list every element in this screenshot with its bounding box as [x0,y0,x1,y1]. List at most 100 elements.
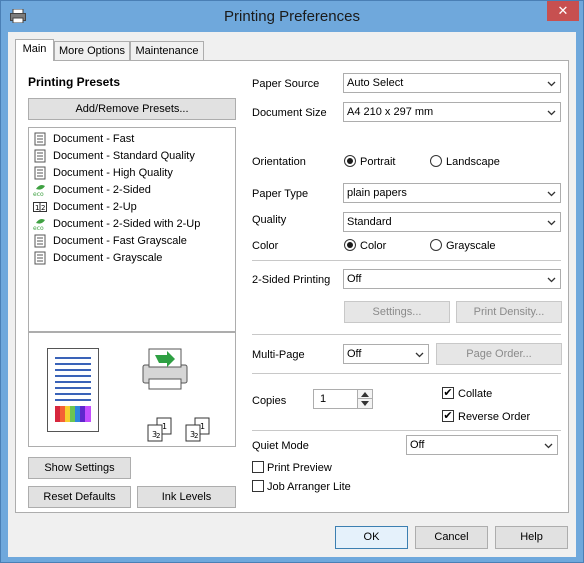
ink-levels-button[interactable]: Ink Levels [137,486,236,508]
landscape-radio[interactable] [430,155,442,167]
color-label: Color [252,240,279,252]
copies-down-button[interactable] [357,399,372,408]
quality-dropdown[interactable]: Standard [343,212,561,232]
collate-checkbox[interactable]: ✔ [442,387,454,399]
paper-type-value: plain papers [347,187,407,199]
two-sided-printing-label: 2-Sided Printing [252,274,331,286]
eco-icon: eco [33,219,45,231]
multi-page-label: Multi-Page [252,349,305,361]
svg-text:2: 2 [194,432,198,440]
chevron-down-icon [361,401,369,406]
chevron-down-icon [547,277,556,283]
document-icon [34,251,46,265]
document-size-label: Document Size [252,107,327,119]
divider [252,373,561,374]
reverse-order-label: Reverse Order [458,411,531,423]
printer-paper-icon [142,348,188,390]
quiet-mode-dropdown[interactable]: Off [406,435,558,455]
copies-value: 1 [320,393,327,405]
chevron-up-icon [361,392,369,397]
paper-source-value: Auto Select [347,77,404,89]
paper-type-dropdown[interactable]: plain papers [343,183,561,203]
ok-button[interactable]: OK [335,526,408,549]
printing-preferences-window: Printing Preferences ✕ Main More Options… [0,0,584,563]
color-radio[interactable] [344,239,356,251]
quiet-mode-value: Off [410,439,425,451]
reverse-order-checkbox[interactable]: ✔ [442,410,454,422]
add-remove-presets-button[interactable]: Add/Remove Presets... [28,98,236,120]
chevron-down-icon [547,191,556,197]
presets-list[interactable]: Document - Fast Document - Standard Qual… [28,127,236,332]
chevron-down-icon [415,352,424,358]
close-button[interactable]: ✕ [547,1,579,21]
preset-label: Document - Grayscale [53,252,163,264]
chevron-down-icon [547,81,556,87]
preset-label: Document - 2-Up [53,201,137,213]
quiet-mode-label: Quiet Mode [252,440,309,452]
copies-stepper[interactable]: 1 [313,389,373,409]
grayscale-option-label: Grayscale [446,240,496,252]
svg-text:2: 2 [41,204,45,212]
tab-main[interactable]: Main [15,39,54,61]
two-sided-settings-button[interactable]: Settings... [344,301,450,323]
paper-source-label: Paper Source [252,78,320,90]
preset-label: Document - 2-Sided with 2-Up [53,218,201,230]
page-preview-icon [47,348,99,432]
title-bar[interactable]: Printing Preferences ✕ [1,1,583,32]
document-size-dropdown[interactable]: A4 210 x 297 mm [343,102,561,122]
quality-label: Quality [252,214,287,226]
grayscale-radio[interactable] [430,239,442,251]
orientation-label: Orientation [252,156,306,168]
two-up-icon: 12 [33,202,47,212]
chevron-down-icon [547,220,556,226]
tab-maintenance[interactable]: Maintenance [130,41,204,60]
portrait-label: Portrait [360,156,396,168]
job-arranger-label: Job Arranger Lite [267,481,351,493]
eco-icon: eco [33,185,45,197]
svg-text:2: 2 [156,432,160,440]
multi-page-value: Off [347,348,362,360]
preset-label: Document - Fast Grayscale [53,235,187,247]
preset-label: Document - Standard Quality [53,150,195,162]
dialog-client-area: Main More Options Maintenance Printing P… [8,32,576,557]
document-icon [34,234,46,248]
print-preview-label: Print Preview [267,462,332,474]
reset-defaults-button[interactable]: Reset Defaults [28,486,131,508]
cancel-button[interactable]: Cancel [415,526,488,549]
preset-label: Document - Fast [53,133,135,145]
two-sided-printing-value: Off [347,273,362,285]
two-sided-printing-dropdown[interactable]: Off [343,269,561,289]
divider [252,430,561,431]
svg-text:eco: eco [33,225,44,231]
job-arranger-checkbox[interactable] [252,480,264,492]
print-preview-checkbox[interactable] [252,461,264,473]
page-order-button[interactable]: Page Order... [436,343,562,365]
window-title: Printing Preferences [224,8,360,25]
svg-text:1: 1 [200,422,205,431]
portrait-radio[interactable] [344,155,356,167]
document-icon [34,132,46,146]
show-settings-button[interactable]: Show Settings [28,457,131,479]
two-up-pages-icon: 1 3 2 [185,417,210,442]
svg-text:1: 1 [35,204,39,212]
copies-up-button[interactable] [357,390,372,399]
chevron-down-icon [544,443,553,449]
svg-text:eco: eco [33,191,44,197]
print-density-button[interactable]: Print Density... [456,301,562,323]
preset-label: Document - High Quality [53,167,173,179]
color-option-label: Color [360,240,387,252]
printing-presets-heading: Printing Presets [28,75,121,89]
chevron-down-icon [547,110,556,116]
document-size-value: A4 210 x 297 mm [347,106,434,118]
multi-page-dropdown[interactable]: Off [343,344,429,364]
collate-label: Collate [458,388,493,400]
paper-source-dropdown[interactable]: Auto Select [343,73,561,93]
help-button[interactable]: Help [495,526,568,549]
document-icon [34,149,46,163]
tab-more-options[interactable]: More Options [54,41,130,60]
main-tab-panel: Printing Presets Add/Remove Presets... D… [15,60,569,513]
quality-value: Standard [347,216,392,228]
divider [252,260,561,261]
copies-label: Copies [252,395,287,407]
landscape-label: Landscape [446,156,500,168]
